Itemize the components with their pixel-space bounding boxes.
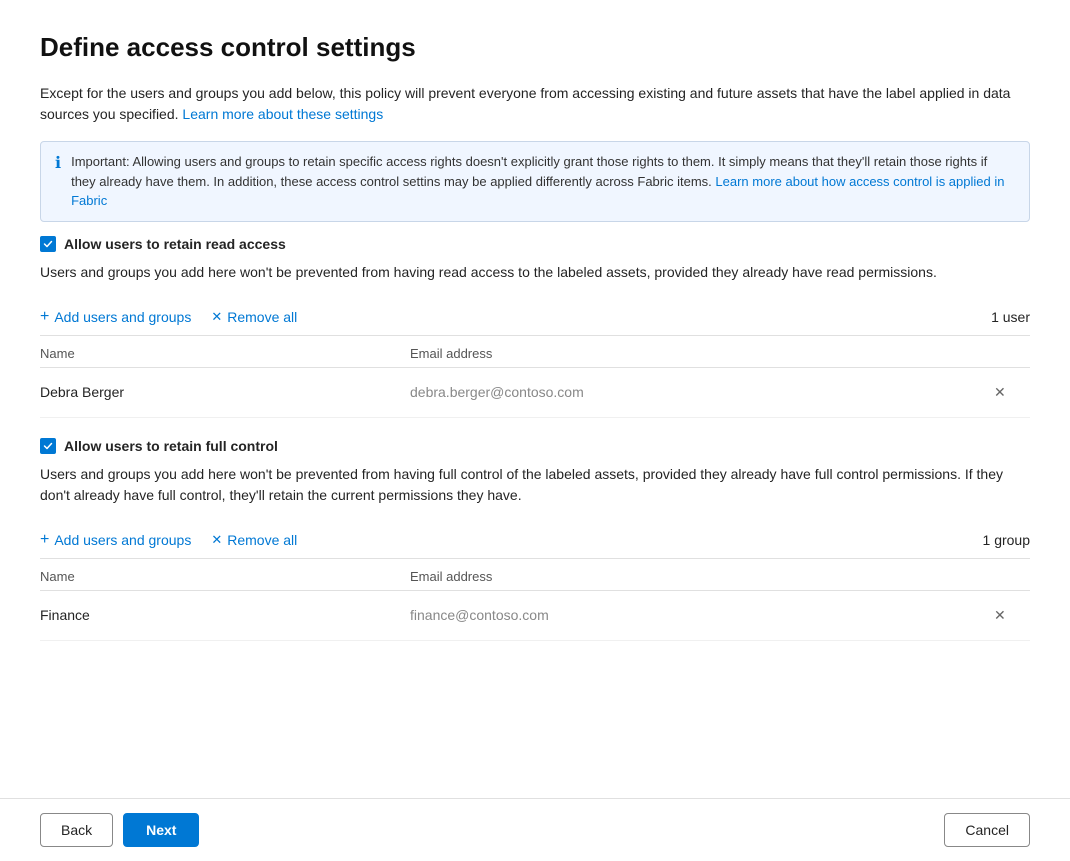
checkmark-icon [43,239,53,249]
read-access-checkbox-row[interactable]: Allow users to retain read access [40,236,1030,252]
read-access-remove-all-button[interactable]: ✕ Remove all [211,309,297,325]
footer: Back Next Cancel [0,798,1070,861]
read-access-col-email-header: Email address [410,346,990,361]
full-control-add-button[interactable]: + Add users and groups [40,532,191,548]
read-access-section: Allow users to retain read access Users … [40,236,1030,418]
table-row: Finance finance@contoso.com ✕ [40,591,1030,641]
info-banner-text: Important: Allowing users and groups to … [71,152,1015,211]
full-control-row-name: Finance [40,607,410,623]
full-control-col-email-header: Email address [410,569,990,584]
full-control-col-name-header: Name [40,569,410,584]
info-icon: ℹ [55,153,61,173]
page-title: Define access control settings [40,32,1030,63]
next-button[interactable]: Next [123,813,199,847]
learn-more-settings-link[interactable]: Learn more about these settings [182,106,383,122]
full-control-row-email: finance@contoso.com [410,607,990,623]
full-control-remove-row-button[interactable]: ✕ [990,603,1010,628]
table-row: Debra Berger debra.berger@contoso.com ✕ [40,368,1030,418]
read-access-row-name: Debra Berger [40,384,410,400]
full-control-count: 1 group [983,532,1030,548]
read-access-description: Users and groups you add here won't be p… [40,262,1030,283]
read-access-count: 1 user [991,309,1030,325]
plus-icon: + [40,309,49,325]
read-access-actions-left: + Add users and groups ✕ Remove all [40,309,297,325]
read-access-table-header: Name Email address [40,336,1030,368]
full-control-section: Allow users to retain full control Users… [40,438,1030,641]
read-access-col-name-header: Name [40,346,410,361]
full-control-checkbox-row[interactable]: Allow users to retain full control [40,438,1030,454]
intro-text: Except for the users and groups you add … [40,83,1030,125]
read-access-add-button[interactable]: + Add users and groups [40,309,191,325]
full-control-table-header: Name Email address [40,559,1030,591]
plus-icon-2: + [40,532,49,548]
info-banner: ℹ Important: Allowing users and groups t… [40,141,1030,222]
full-control-label: Allow users to retain full control [64,438,278,454]
cancel-button[interactable]: Cancel [944,813,1030,847]
read-access-row-email: debra.berger@contoso.com [410,384,990,400]
read-access-remove-row-button[interactable]: ✕ [990,380,1010,405]
read-access-checkbox[interactable] [40,236,56,252]
back-button[interactable]: Back [40,813,113,847]
checkmark-icon-2 [43,441,53,451]
full-control-checkbox[interactable] [40,438,56,454]
x-icon-2: ✕ [211,533,222,546]
x-icon: ✕ [211,310,222,323]
read-access-label: Allow users to retain read access [64,236,286,252]
footer-left: Back Next [40,813,199,847]
read-access-action-bar: + Add users and groups ✕ Remove all 1 us… [40,299,1030,336]
full-control-action-bar: + Add users and groups ✕ Remove all 1 gr… [40,522,1030,559]
full-control-remove-all-button[interactable]: ✕ Remove all [211,532,297,548]
full-control-description: Users and groups you add here won't be p… [40,464,1030,506]
full-control-actions-left: + Add users and groups ✕ Remove all [40,532,297,548]
